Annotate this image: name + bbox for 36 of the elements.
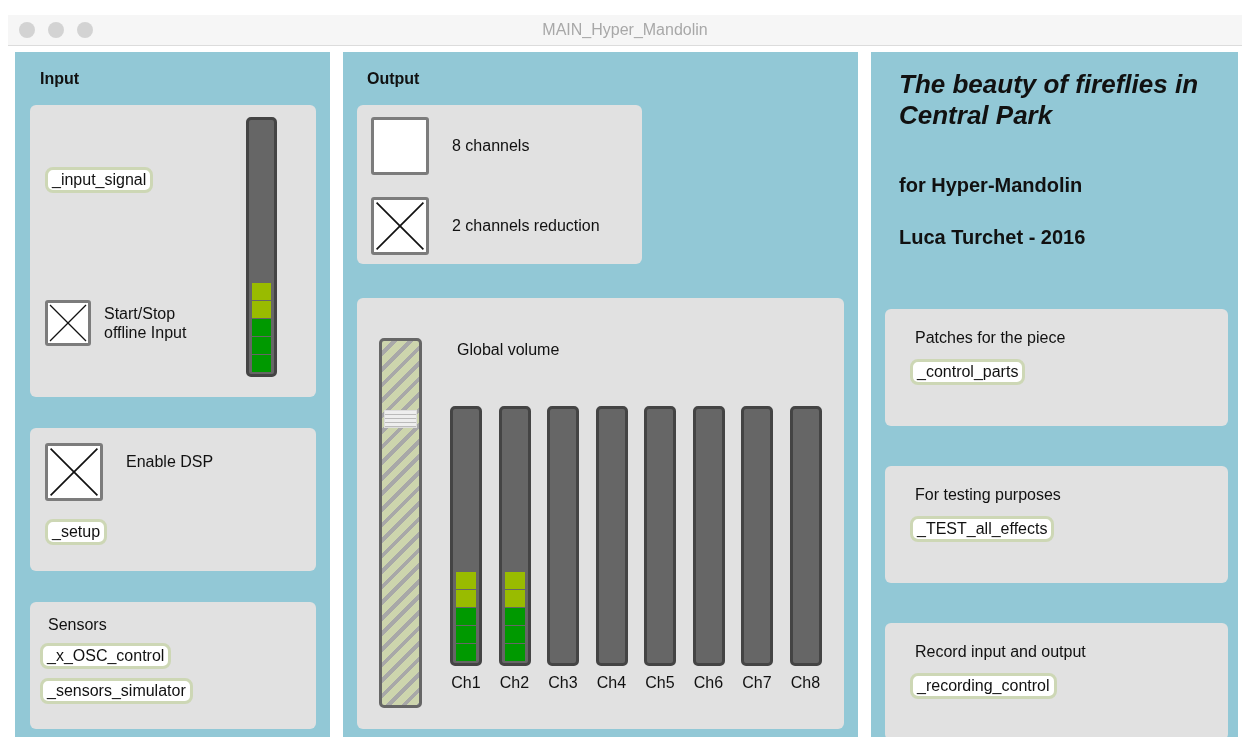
toggle-label: Enable DSP (126, 453, 214, 471)
channel-label: Ch1 (451, 674, 481, 692)
toggle-checkbox[interactable] (45, 443, 103, 501)
box-label: Sensors (47, 616, 108, 634)
toggle-checkbox[interactable] (371, 197, 429, 255)
message-button[interactable]: _x_OSC_control (40, 643, 172, 669)
channel-label: Ch4 (596, 674, 627, 692)
section-heading: Output (367, 69, 420, 88)
author-line: Luca Turchet - 2016 (898, 225, 1087, 249)
volume-slider[interactable] (379, 338, 422, 708)
toggle-label: 2 channels reduction (452, 217, 600, 235)
toggle-checkbox[interactable] (371, 117, 429, 175)
slider-thumb[interactable] (384, 410, 417, 429)
message-button[interactable]: _setup (45, 519, 108, 545)
message-button[interactable]: _sensors_simulator (40, 678, 193, 704)
message-button[interactable]: _recording_control (910, 673, 1057, 699)
window-title: MAIN_Hyper_Mandolin (542, 21, 708, 39)
slider-label: Global volume (457, 341, 561, 359)
box-label: Patches for the piece (914, 329, 1067, 347)
piece-subtitle: for Hyper-Mandolin (898, 173, 1084, 197)
channel-label: Ch8 (790, 674, 821, 692)
piece-title: The beauty of fireflies in Central Park (898, 68, 1199, 131)
message-button[interactable]: _TEST_all_effects (910, 516, 1055, 542)
box-label: For testing purposes (914, 486, 1062, 504)
channel-label: Ch6 (693, 674, 724, 692)
message-button[interactable]: _input_signal (45, 167, 154, 193)
channel-label: Ch3 (548, 674, 578, 692)
box-label: Record input and output (914, 643, 1087, 661)
section-heading: Input (40, 69, 80, 88)
toggle-checkbox[interactable] (45, 300, 91, 346)
channel-label: Ch7 (742, 674, 772, 692)
channel-label: Ch2 (499, 674, 530, 692)
channel-label: Ch5 (645, 674, 675, 692)
toggle-label: Start/Stop offline Input (104, 304, 188, 342)
message-button[interactable]: _control_parts (910, 359, 1026, 385)
toggle-label: 8 channels (452, 137, 530, 155)
